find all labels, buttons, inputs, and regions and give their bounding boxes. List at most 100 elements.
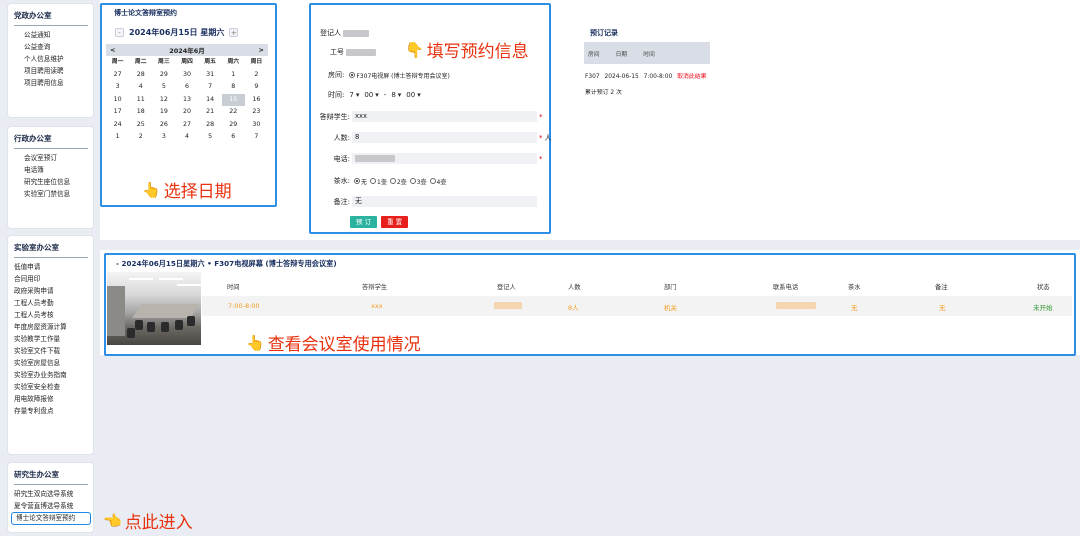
record-time: 7:00-8:00 [643, 74, 673, 80]
tea-radio-0[interactable] [354, 178, 360, 184]
reset-button[interactable]: 重 置 [381, 216, 409, 228]
calendar-day[interactable]: 7 [199, 81, 222, 94]
calendar-day[interactable]: 21 [199, 106, 222, 119]
end-minute-select[interactable]: 00 ▾ [406, 91, 420, 99]
calendar-day[interactable]: 12 [152, 94, 175, 107]
calendar-day[interactable]: 3 [106, 81, 129, 94]
calendar-day[interactable]: 31 [199, 69, 222, 82]
sidebar-item-housing-info[interactable]: 实验室房屋信息 [14, 357, 88, 369]
calendar-day[interactable]: 1 [222, 69, 245, 82]
calendar-day[interactable]: 29 [222, 119, 245, 132]
sidebar-item-mutual-select[interactable]: 研究生双向选导系统 [14, 488, 88, 500]
sidebar-item-power-repair[interactable]: 用电故障报修 [14, 393, 88, 405]
calendar-day[interactable]: 23 [245, 106, 268, 119]
start-hour-select[interactable]: 7 ▾ [349, 91, 359, 99]
pointing-hand-icon: 👆 [142, 180, 161, 199]
room-label: 房间: [328, 71, 345, 79]
calendar-day[interactable]: 14 [199, 94, 222, 107]
usage-cell-phone [776, 302, 816, 311]
calendar-day[interactable]: 5 [199, 131, 222, 144]
sidebar-item-notice[interactable]: 公益通知 [14, 29, 88, 41]
calendar-day[interactable]: 26 [152, 119, 175, 132]
sidebar-item-summer-camp[interactable]: 夏令营直博选导系统 [14, 500, 88, 512]
calendar-day[interactable]: 28 [129, 69, 152, 82]
calendar-day[interactable]: 30 [245, 119, 268, 132]
sidebar-group-title: 行政办公室 [14, 131, 88, 149]
calendar-day[interactable]: 2 [245, 69, 268, 82]
tea-option-label: 2壶 [396, 178, 407, 186]
sidebar-item-file-download[interactable]: 实验室文件下载 [14, 345, 88, 357]
end-hour-select[interactable]: 8 ▾ [391, 91, 401, 99]
calendar-day[interactable]: 24 [106, 119, 129, 132]
calendar-day[interactable]: 4 [129, 81, 152, 94]
calendar-day[interactable]: 13 [175, 94, 198, 107]
calendar-day[interactable]: 30 [175, 69, 198, 82]
room-radio[interactable] [349, 72, 356, 78]
calendar-day[interactable]: 16 [245, 94, 268, 107]
calendar-day[interactable]: 11 [129, 94, 152, 107]
calendar-day[interactable]: 18 [129, 106, 152, 119]
calendar-day[interactable]: 5 [152, 81, 175, 94]
prev-day-button[interactable]: - [115, 28, 124, 37]
cancel-booking-link[interactable]: 取消此结果 [677, 74, 706, 80]
calendar-day[interactable]: 29 [152, 69, 175, 82]
calendar-day[interactable]: 19 [152, 106, 175, 119]
tea-radio-1[interactable] [370, 178, 377, 184]
calendar-day[interactable]: 27 [175, 119, 198, 132]
calendar-day[interactable]: 10 [106, 94, 129, 107]
sidebar-group-title: 党政办公室 [14, 8, 88, 26]
record-room: F307 [585, 74, 600, 80]
sidebar-item-guide[interactable]: 实验室办业务指南 [14, 369, 88, 381]
next-day-button[interactable]: + [229, 28, 239, 37]
usage-phone-value [776, 302, 816, 309]
calendar-day[interactable]: 20 [175, 106, 198, 119]
sidebar-item-meeting-room[interactable]: 会议室预订 [14, 152, 88, 164]
sidebar-item-attendance[interactable]: 工程人员考勤 [14, 297, 88, 309]
calendar-day[interactable]: 8 [222, 81, 245, 94]
sidebar-item-housing-calc[interactable]: 年度房屋资源计算 [14, 321, 88, 333]
calendar-day[interactable]: 17 [106, 106, 129, 119]
calendar-day[interactable]: 27 [106, 69, 129, 82]
calendar-day[interactable]: 15 [221, 93, 245, 106]
calendar-day[interactable]: 4 [175, 131, 198, 144]
calendar-day[interactable]: 25 [129, 119, 152, 132]
sidebar-item-access-info[interactable]: 实验室门禁信息 [14, 188, 88, 200]
sidebar-item-phonebook[interactable]: 电话簿 [14, 164, 88, 176]
sidebar-item-procurement[interactable]: 政府采购申请 [14, 285, 88, 297]
next-month-button[interactable]: > [259, 46, 264, 54]
start-minute-select[interactable]: 00 ▾ [364, 91, 378, 99]
calendar-day[interactable]: 7 [245, 131, 268, 144]
tea-radio-3[interactable] [409, 178, 416, 184]
calendar-day[interactable]: 3 [152, 131, 175, 144]
calendar-day[interactable]: 22 [222, 106, 245, 119]
sidebar-item-assessment[interactable]: 工程人员考核 [14, 309, 88, 321]
sidebar-item-query[interactable]: 公益查询 [14, 41, 88, 53]
sidebar-item-teaching-load[interactable]: 实验教学工作量 [14, 333, 88, 345]
student-input[interactable]: xxx [352, 111, 537, 122]
calendar-day[interactable]: 9 [245, 81, 268, 94]
calendar-day[interactable]: 1 [106, 131, 129, 144]
calendar-day[interactable]: 2 [129, 131, 152, 144]
collapse-toggle[interactable]: - [116, 259, 119, 268]
sidebar-item-profile[interactable]: 个人信息维护 [14, 53, 88, 65]
submit-button[interactable]: 预 订 [350, 216, 378, 228]
phone-input[interactable] [352, 153, 537, 164]
calendar-day[interactable]: 6 [175, 81, 198, 94]
sidebar-item-contract-seal[interactable]: 合同用印 [14, 273, 88, 285]
calendar-day[interactable]: 28 [199, 119, 222, 132]
sidebar-item-patent[interactable]: 存量专利盘点 [14, 405, 88, 417]
sidebar-item-hire-info[interactable]: 项目聘用信息 [14, 77, 88, 89]
people-input[interactable]: 8 [352, 132, 537, 143]
sidebar-item-lowvalue[interactable]: 低值申请 [14, 261, 88, 273]
prev-month-button[interactable]: < [110, 46, 115, 54]
sidebar-item-hire-renew[interactable]: 项目聘用读聘 [14, 65, 88, 77]
note-input[interactable]: 无 [352, 196, 537, 207]
calendar-day[interactable]: 6 [222, 131, 245, 144]
tea-radio-2[interactable] [389, 178, 396, 184]
sidebar-item-defense-booking[interactable]: 博士论文答辩室预约 [11, 512, 91, 525]
tea-radio-4[interactable] [429, 178, 436, 184]
sidebar-item-safety-check[interactable]: 实验室安全检查 [14, 381, 88, 393]
sidebar-item-seat-info[interactable]: 研究生座位信息 [14, 176, 88, 188]
usage-col-people: 人数 [568, 284, 581, 291]
tea-option-label: 3壶 [416, 178, 427, 186]
